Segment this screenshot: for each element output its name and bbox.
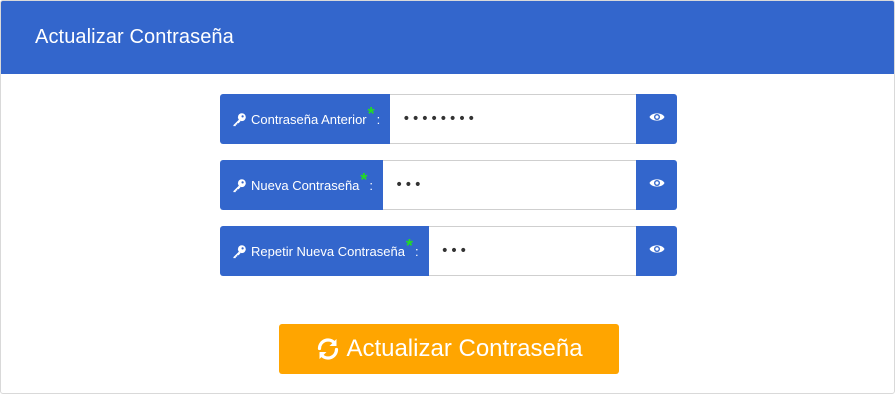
update-password-button[interactable]: Actualizar Contraseña bbox=[279, 324, 619, 374]
refresh-icon bbox=[315, 336, 341, 362]
repeat-password-field-wrap bbox=[428, 226, 636, 276]
new-password-input[interactable] bbox=[395, 161, 636, 209]
page-title: Actualizar Contraseña bbox=[35, 26, 234, 48]
repeat-password-group: Repetir Nueva Contraseña *: bbox=[220, 226, 677, 276]
eye-icon bbox=[649, 176, 665, 194]
key-icon bbox=[232, 243, 248, 259]
eye-icon bbox=[649, 242, 665, 260]
old-password-label-text: Contraseña Anterior bbox=[251, 111, 367, 127]
key-icon bbox=[232, 177, 248, 193]
label-colon: : bbox=[376, 111, 381, 127]
new-password-field-wrap bbox=[383, 160, 636, 210]
label-colon: : bbox=[414, 243, 419, 259]
old-password-group: Contraseña Anterior *: bbox=[220, 94, 677, 144]
eye-icon bbox=[649, 110, 665, 128]
old-password-input[interactable] bbox=[402, 95, 636, 143]
update-password-card: Actualizar Contraseña Contraseña Anterio… bbox=[0, 0, 895, 394]
repeat-password-label-text: Repetir Nueva Contraseña bbox=[251, 243, 405, 259]
repeat-password-input[interactable] bbox=[440, 227, 636, 275]
new-password-label-text: Nueva Contraseña bbox=[251, 177, 360, 193]
required-mark: * bbox=[367, 103, 375, 124]
old-password-field-wrap bbox=[390, 94, 636, 144]
card-header: Actualizar Contraseña bbox=[1, 1, 894, 74]
new-password-group: Nueva Contraseña *: bbox=[220, 160, 677, 210]
old-password-label: Contraseña Anterior *: bbox=[220, 94, 391, 144]
repeat-password-label: Repetir Nueva Contraseña *: bbox=[220, 226, 429, 276]
repeat-password-toggle-button[interactable] bbox=[636, 226, 677, 276]
update-password-button-label: Actualizar Contraseña bbox=[346, 335, 583, 362]
label-colon: : bbox=[369, 177, 374, 193]
required-mark: * bbox=[405, 235, 413, 256]
new-password-label: Nueva Contraseña *: bbox=[220, 160, 384, 210]
key-icon bbox=[232, 111, 248, 127]
old-password-toggle-button[interactable] bbox=[636, 94, 677, 144]
new-password-toggle-button[interactable] bbox=[636, 160, 677, 210]
required-mark: * bbox=[360, 169, 368, 190]
